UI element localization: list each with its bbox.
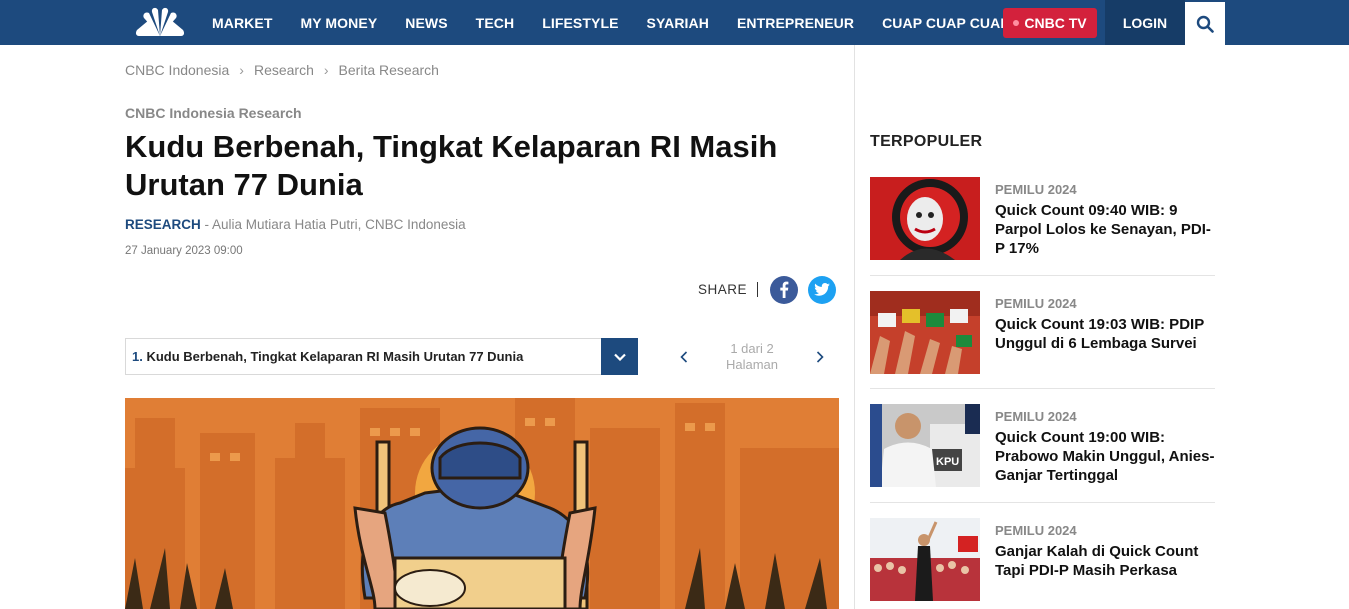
chevron-right-icon bbox=[816, 350, 824, 363]
previous-page-button[interactable] bbox=[672, 345, 696, 369]
popular-item[interactable]: PEMILU 2024 Quick Count 19:03 WIB: PDIP … bbox=[870, 291, 1215, 375]
page-indicator: 1 dari 2 Halaman bbox=[726, 341, 778, 373]
popular-item-thumbnail[interactable] bbox=[870, 177, 980, 260]
article-kicker: CNBC Indonesia Research bbox=[125, 105, 302, 121]
column-divider bbox=[854, 45, 855, 609]
nav-item-market[interactable]: MARKET bbox=[198, 15, 286, 31]
facebook-share-button[interactable] bbox=[770, 275, 799, 304]
nav-item-my-money[interactable]: MY MONEY bbox=[286, 15, 391, 31]
popular-item-title[interactable]: Quick Count 09:40 WIB: 9 Parpol Lolos ke… bbox=[995, 201, 1215, 258]
breadcrumb-research[interactable]: Research bbox=[254, 62, 314, 78]
facebook-icon bbox=[780, 281, 789, 298]
article-date: 27 January 2023 09:00 bbox=[125, 245, 243, 257]
article-byline: RESEARCH - Aulia Mutiara Hatia Putri, CN… bbox=[125, 217, 466, 232]
chevron-down-icon[interactable] bbox=[601, 338, 638, 375]
share-label: SHARE bbox=[698, 282, 748, 297]
article-hero-image bbox=[125, 398, 839, 609]
popular-item-thumbnail[interactable] bbox=[870, 518, 980, 601]
share-bar: SHARE bbox=[698, 275, 837, 304]
twitter-share-button[interactable] bbox=[808, 275, 837, 304]
popular-item-thumbnail[interactable] bbox=[870, 291, 980, 374]
popular-item-category: PEMILU 2024 bbox=[995, 182, 1077, 197]
breadcrumb: CNBC Indonesia › Research › Berita Resea… bbox=[125, 62, 439, 78]
sidebar-divider bbox=[870, 502, 1215, 503]
article-category-link[interactable]: RESEARCH bbox=[125, 217, 201, 232]
pagination: 1 dari 2 Halaman bbox=[672, 338, 832, 375]
article-headline: Kudu Berbenah, Tingkat Kelaparan RI Masi… bbox=[125, 129, 778, 202]
nav-item-entrepreneur[interactable]: ENTREPRENEUR bbox=[723, 15, 868, 31]
page-select-value: 1. Kudu Berbenah, Tingkat Kelaparan RI M… bbox=[126, 349, 601, 364]
cnbc-tv-button[interactable]: CNBC TV bbox=[1003, 8, 1097, 38]
sidebar-title: TERPOPULER bbox=[870, 133, 983, 150]
popular-item-title[interactable]: Quick Count 19:00 WIB: Prabowo Makin Ung… bbox=[995, 428, 1215, 485]
chevron-right-icon: › bbox=[323, 62, 329, 78]
search-button[interactable] bbox=[1185, 2, 1225, 45]
page-select-title: Kudu Berbenah, Tingkat Kelaparan RI Masi… bbox=[146, 349, 524, 364]
twitter-icon bbox=[814, 283, 830, 296]
nav-item-syariah[interactable]: SYARIAH bbox=[633, 15, 723, 31]
popular-item[interactable]: PEMILU 2024 Quick Count 09:40 WIB: 9 Par… bbox=[870, 177, 1215, 261]
nav-item-news[interactable]: NEWS bbox=[391, 15, 461, 31]
sidebar-divider bbox=[870, 275, 1215, 276]
breadcrumb-home[interactable]: CNBC Indonesia bbox=[125, 62, 229, 78]
popular-item-title[interactable]: Ganjar Kalah di Quick Count Tapi PDI-P M… bbox=[995, 542, 1215, 580]
page-select-dropdown[interactable]: 1. Kudu Berbenah, Tingkat Kelaparan RI M… bbox=[125, 338, 638, 375]
cnbc-tv-label: CNBC TV bbox=[1024, 15, 1087, 31]
popular-item[interactable]: KPU PEMILU 2024 Quick Count 19:00 WIB: P… bbox=[870, 404, 1215, 488]
popular-item-thumbnail[interactable]: KPU bbox=[870, 404, 980, 487]
search-icon bbox=[1196, 15, 1214, 33]
nav-menu: MARKET MY MONEY NEWS TECH LIFESTYLE SYAR… bbox=[198, 0, 1025, 45]
live-dot-icon bbox=[1013, 20, 1020, 26]
popular-item[interactable]: PEMILU 2024 Ganjar Kalah di Quick Count … bbox=[870, 518, 1215, 602]
chevron-left-icon bbox=[680, 350, 688, 363]
page-select-number: 1. bbox=[132, 349, 143, 364]
nav-item-tech[interactable]: TECH bbox=[462, 15, 529, 31]
chevron-right-icon: › bbox=[239, 62, 244, 78]
article-author: - Aulia Mutiara Hatia Putri, CNBC Indone… bbox=[200, 217, 466, 232]
login-button[interactable]: LOGIN bbox=[1105, 0, 1185, 45]
nbc-peacock-icon[interactable] bbox=[133, 4, 187, 40]
popular-item-category: PEMILU 2024 bbox=[995, 296, 1077, 311]
top-navbar: MARKET MY MONEY NEWS TECH LIFESTYLE SYAR… bbox=[0, 0, 1349, 45]
nav-item-lifestyle[interactable]: LIFESTYLE bbox=[528, 15, 632, 31]
share-divider bbox=[757, 282, 759, 297]
nav-item-cuap-cuap-cuan[interactable]: CUAP CUAP CUAN bbox=[868, 15, 1024, 31]
popular-item-title[interactable]: Quick Count 19:03 WIB: PDIP Unggul di 6 … bbox=[995, 315, 1215, 353]
sidebar-divider bbox=[870, 388, 1215, 389]
page-indicator-count: 1 dari 2 bbox=[730, 340, 774, 356]
svg-text:KPU: KPU bbox=[936, 456, 959, 468]
popular-item-category: PEMILU 2024 bbox=[995, 409, 1077, 424]
page-indicator-label: Halaman bbox=[725, 356, 779, 372]
next-page-button[interactable] bbox=[808, 345, 832, 369]
popular-item-category: PEMILU 2024 bbox=[995, 523, 1077, 538]
breadcrumb-berita-research[interactable]: Berita Research bbox=[339, 62, 439, 78]
